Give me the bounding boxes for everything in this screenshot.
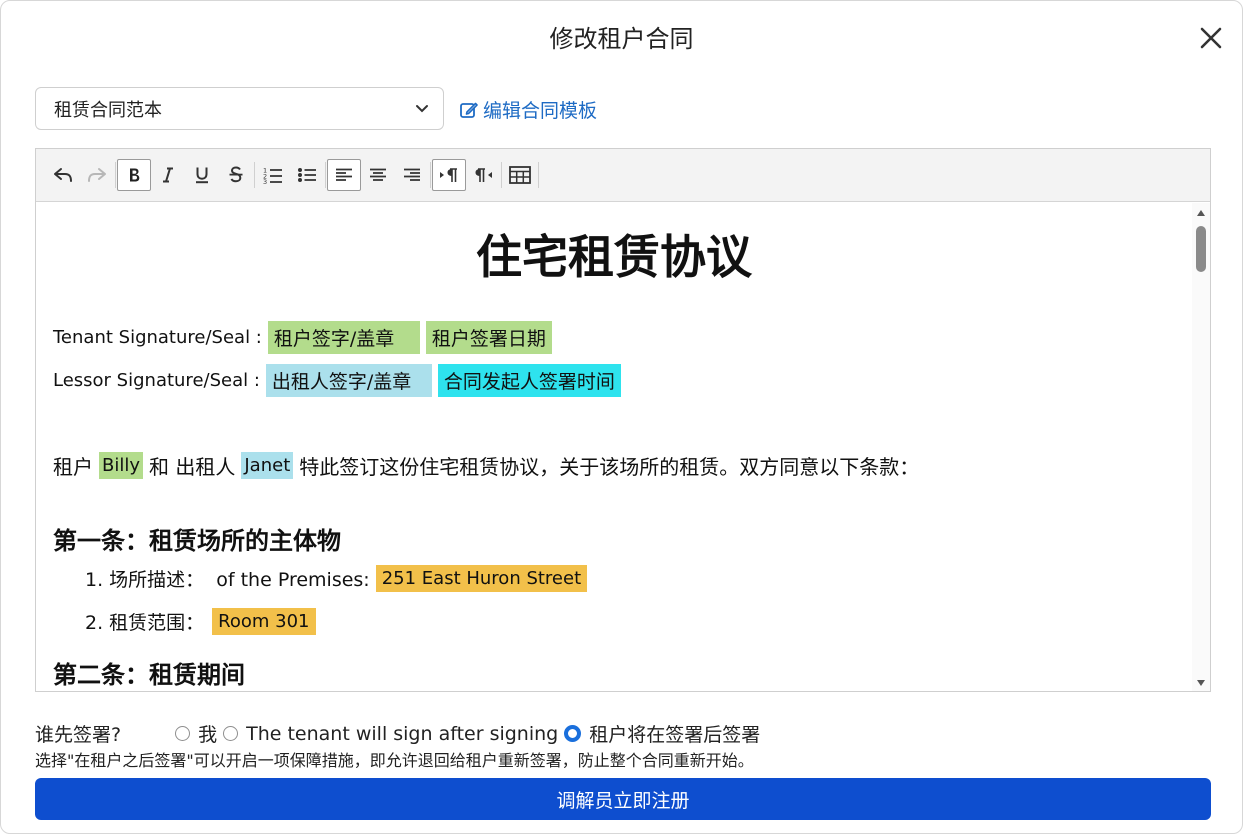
bullet-list-button[interactable] [290, 159, 324, 191]
undo-icon [54, 168, 72, 182]
dialog-title: 修改租户合同 [549, 25, 694, 53]
italic-button[interactable] [151, 159, 185, 191]
section-2-heading: 第二条：租赁期间 [53, 661, 245, 689]
align-right-icon [404, 168, 420, 181]
radio-dot[interactable] [223, 726, 239, 741]
radio-dot[interactable] [175, 726, 191, 741]
intro-text-2: 和 出租人 [149, 455, 236, 479]
toolbar-separator [254, 162, 255, 188]
tenant-signature-line: Tenant Signature/Seal : 租户签字/盖章 租户签署日期 [53, 321, 552, 354]
tenant-date-field[interactable]: 租户签署日期 [425, 321, 552, 354]
scroll-up-icon[interactable] [1196, 209, 1206, 217]
underline-button[interactable] [185, 159, 219, 191]
redo-icon [88, 168, 106, 182]
lessor-date-field[interactable]: 合同发起人签署时间 [437, 364, 621, 397]
ordered-list-button[interactable]: 1 2 3 [256, 159, 290, 191]
lessor-signature-label: Lessor Signature/Seal : [53, 370, 260, 391]
intro-text-3: 特此签订这份住宅租赁协议，关于该场所的租赁。双方同意以下条款： [299, 455, 920, 479]
list-item-scope: 2. 租赁范围： Room 301 [85, 608, 316, 635]
radio-option-tenant-will-sign[interactable]: 租户将在签署后签署 [564, 720, 760, 747]
editor-content[interactable]: 住宅租赁协议 Tenant Signature/Seal : 租户签字/盖章 租… [36, 203, 1192, 691]
edit-template-label: 编辑合同模板 [483, 100, 598, 122]
scope-label: 2. 租赁范围： [85, 612, 205, 634]
table-button[interactable] [503, 159, 537, 191]
scroll-down-icon[interactable] [1196, 679, 1206, 687]
editor-toolbar: 1 2 3 [36, 149, 1210, 202]
close-icon [1200, 27, 1222, 49]
align-center-icon [370, 168, 386, 181]
list-item-premises: 1. 场所描述： of the Premises: 251 East Huron… [85, 565, 588, 592]
align-left-button[interactable] [327, 159, 361, 191]
section-1-heading: 第一条：租赁场所的主体物 [53, 527, 341, 555]
scope-room-field[interactable]: Room 301 [212, 608, 316, 635]
bullet-list-icon [298, 168, 316, 182]
radio-option-tenant-after[interactable]: The tenant will sign after signing [223, 723, 558, 745]
toolbar-separator [538, 162, 539, 188]
align-left-icon [336, 168, 352, 181]
toolbar-separator [325, 162, 326, 188]
bold-icon [130, 168, 140, 182]
signing-order-hint: 选择"在租户之后签署"可以开启一项保障措施，即允许退回给租户重新签署，防止整个合… [35, 751, 754, 770]
toolbar-separator [430, 162, 431, 188]
rtl-button[interactable] [466, 159, 500, 191]
intro-paragraph: 租户 Billy 和 出租人 Janet 特此签订这份住宅租赁协议，关于该场所的… [53, 451, 919, 480]
radio-label-me: 我 [198, 724, 218, 746]
edit-icon [460, 102, 478, 118]
align-center-button[interactable] [361, 159, 395, 191]
ordered-list-icon: 1 2 3 [263, 167, 282, 184]
premises-label: 1. 场所描述： of the Premises: [85, 569, 370, 591]
ltr-icon [440, 168, 457, 182]
strikethrough-button[interactable] [219, 159, 253, 191]
editor-scrollbar[interactable] [1192, 203, 1210, 691]
tenant-signature-label: Tenant Signature/Seal : [53, 327, 262, 348]
lessor-signature-field[interactable]: 出租人签字/盖章 [265, 364, 432, 397]
redo-button[interactable] [80, 159, 114, 191]
rtl-icon [475, 168, 492, 182]
edit-contract-dialog: 修改租户合同 租赁合同范本 编辑合同模板 1 2 3 住宅租赁协议 Tenant… [0, 0, 1243, 834]
chevron-down-icon [416, 104, 428, 112]
underline-icon [196, 167, 208, 184]
align-right-button[interactable] [395, 159, 429, 191]
undo-button[interactable] [46, 159, 80, 191]
document-title: 住宅租赁协议 [476, 230, 752, 284]
svg-text:3: 3 [263, 178, 267, 184]
rich-text-editor[interactable]: 1 2 3 住宅租赁协议 Tenant Signature/Seal: 租户签… [35, 148, 1211, 692]
radio-label-tenant-will-sign: 租户将在签署后签署 [589, 724, 761, 746]
toolbar-separator [501, 162, 502, 188]
table-icon [509, 166, 531, 184]
radio-option-me[interactable]: 我 [175, 720, 217, 747]
contract-template-select[interactable]: 租赁合同范本 [35, 87, 444, 130]
premises-address-field[interactable]: 251 East Huron Street [375, 565, 588, 592]
close-button[interactable] [1194, 21, 1228, 55]
lessor-signature-line: Lessor Signature/Seal : 出租人签字/盖章 合同发起人签署… [53, 364, 621, 397]
radio-dot-checked[interactable] [564, 725, 582, 742]
strikethrough-icon [229, 166, 243, 183]
edit-template-link[interactable]: 编辑合同模板 [459, 96, 597, 123]
contract-template-value: 租赁合同范本 [54, 99, 162, 121]
tenant-name-field[interactable]: Billy [99, 452, 144, 479]
tenant-signature-field[interactable]: 租户签字/盖章 [267, 321, 420, 354]
radio-label-tenant-after: The tenant will sign after signing [246, 722, 559, 745]
intro-text-1: 租户 [53, 455, 93, 479]
toolbar-separator [115, 162, 116, 188]
ltr-button[interactable] [432, 159, 466, 191]
submit-button[interactable]: 调解员立即注册 [35, 778, 1211, 820]
signing-order-row: 谁先签署? 我 The tenant will sign after signi… [35, 720, 766, 747]
scroll-thumb[interactable] [1196, 226, 1206, 272]
signing-order-question: 谁先签署? [35, 724, 122, 746]
bold-button[interactable] [117, 159, 151, 191]
lessor-name-field[interactable]: Janet [241, 452, 294, 479]
italic-icon [163, 167, 173, 183]
